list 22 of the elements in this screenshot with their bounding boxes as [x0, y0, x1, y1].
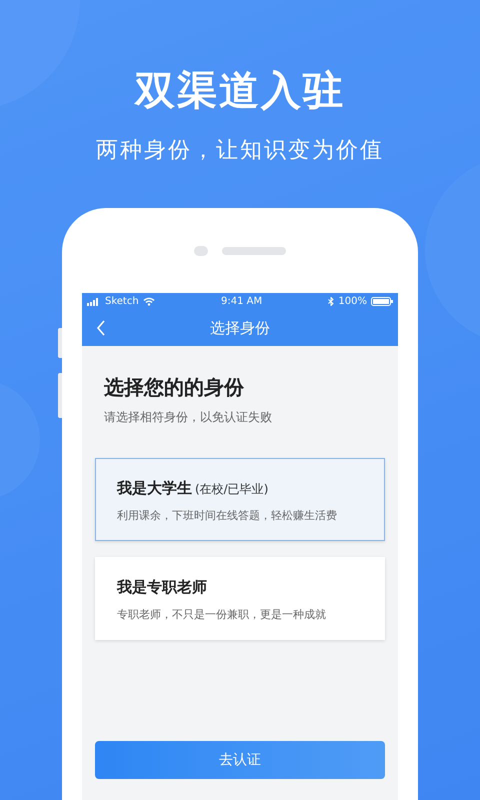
camera-icon	[194, 246, 208, 256]
screen-title: 选择身份	[210, 318, 270, 339]
section-heading: 选择您的的身份	[103, 374, 245, 400]
battery-icon	[371, 297, 393, 306]
hint-text: 请选择相符身份，以免认证失败	[103, 409, 273, 426]
battery-percent: 100%	[338, 295, 367, 309]
wifi-icon	[142, 297, 155, 306]
option-description: 利用课余，下班时间在线答题，轻松赚生活费	[117, 508, 338, 524]
identity-option[interactable]: 我是大学生 (在校/已毕业) 利用课余，下班时间在线答题，轻松赚生活费	[95, 458, 385, 541]
speaker-icon	[222, 246, 286, 254]
identity-option[interactable]: 我是专职老师 专职老师，不只是一份兼职，更是一种成就	[95, 557, 385, 640]
tagline: 两种身份，让知识变为价值	[96, 137, 384, 165]
bluetooth-icon	[328, 297, 334, 306]
option-title: 我是大学生	[117, 478, 192, 499]
option-description: 专职老师，不只是一份兼职，更是一种成就	[117, 606, 327, 622]
option-note: (在校/已毕业)	[195, 481, 268, 498]
back-icon[interactable]	[96, 320, 106, 336]
signal-icon	[87, 298, 101, 306]
headline: 双渠道入驻	[135, 67, 345, 116]
carrier-name: Sketch	[105, 295, 139, 309]
status-time: 9:41 AM	[221, 295, 262, 309]
option-title: 我是专职老师	[117, 577, 207, 598]
